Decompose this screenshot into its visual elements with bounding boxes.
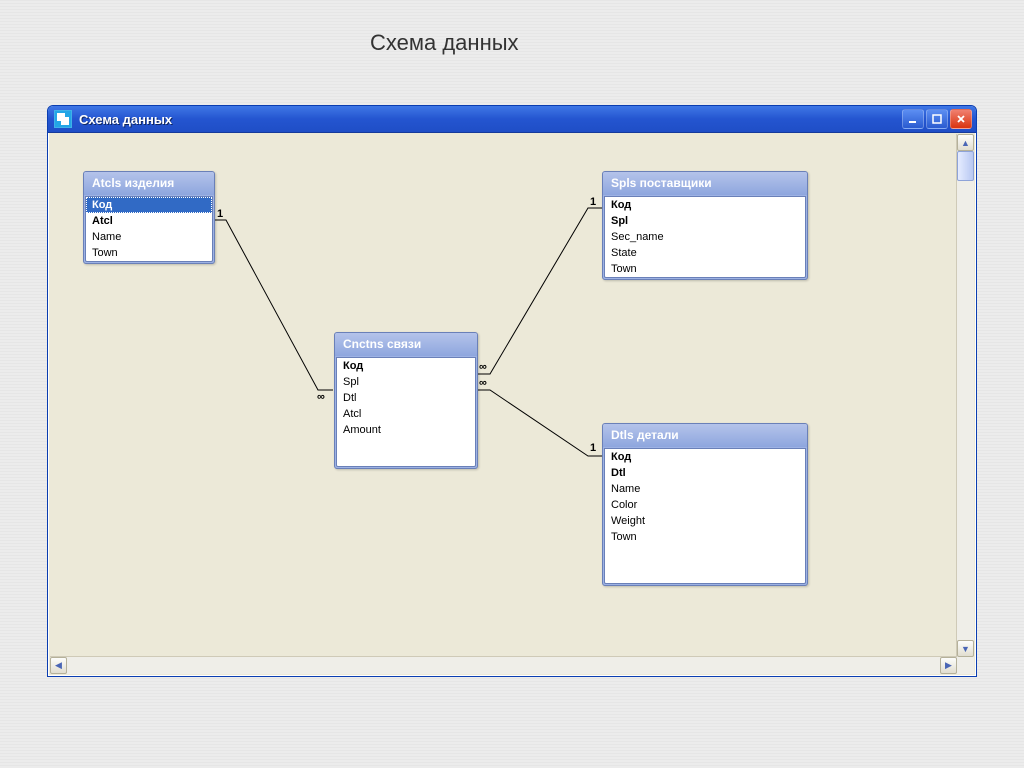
field-item[interactable]: Код [605, 197, 805, 213]
table-fields: Код Spl Sec_name State Town [604, 196, 806, 278]
maximize-button[interactable] [926, 109, 948, 129]
scroll-thumb[interactable] [957, 151, 974, 181]
scroll-corner [957, 657, 974, 674]
scroll-up-button[interactable]: ▲ [957, 134, 974, 151]
field-item[interactable]: Town [86, 245, 212, 261]
table-fields: Код Spl Dtl Atcl Amount [336, 357, 476, 467]
horizontal-scrollbar[interactable]: ◀ ▶ [50, 656, 957, 674]
field-item[interactable]: Atcl [86, 213, 212, 229]
minimize-button[interactable] [902, 109, 924, 129]
field-item[interactable]: Spl [337, 374, 475, 390]
relationships-icon [54, 110, 72, 128]
table-atcls[interactable]: Atcls изделия Код Atcl Name Town [83, 171, 215, 264]
field-item[interactable]: Town [605, 261, 805, 277]
canvas-wrapper: 1 ∞ 1 ∞ 1 ∞ Atcls изделия Код Atcl Name … [50, 134, 974, 674]
table-header[interactable]: Spls поставщики [603, 172, 807, 195]
field-item[interactable]: Dtl [337, 390, 475, 406]
cardinality-many: ∞ [479, 361, 487, 373]
field-item[interactable]: Sec_name [605, 229, 805, 245]
vertical-scrollbar[interactable]: ▲ ▼ [956, 134, 974, 657]
field-item[interactable]: State [605, 245, 805, 261]
field-item[interactable]: Spl [605, 213, 805, 229]
window-titlebar[interactable]: Схема данных [48, 106, 976, 133]
page-title: Схема данных [370, 30, 519, 56]
field-item[interactable]: Atcl [337, 406, 475, 422]
field-item[interactable]: Color [605, 497, 805, 513]
window-buttons [902, 109, 972, 129]
field-item[interactable]: Код [86, 197, 212, 213]
field-item[interactable]: Name [605, 481, 805, 497]
cardinality-one: 1 [590, 196, 596, 208]
cardinality-one: 1 [217, 208, 223, 220]
cardinality-many: ∞ [317, 391, 325, 403]
cardinality-many: ∞ [479, 377, 487, 389]
close-button[interactable] [950, 109, 972, 129]
table-header[interactable]: Atcls изделия [84, 172, 214, 195]
table-header[interactable]: Dtls детали [603, 424, 807, 447]
field-item[interactable]: Name [86, 229, 212, 245]
table-header[interactable]: Cnctns связи [335, 333, 477, 356]
scroll-left-button[interactable]: ◀ [50, 657, 67, 674]
field-item[interactable]: Dtl [605, 465, 805, 481]
table-cnctns[interactable]: Cnctns связи Код Spl Dtl Atcl Amount [334, 332, 478, 469]
table-fields: Код Atcl Name Town [85, 196, 213, 262]
field-item[interactable]: Town [605, 529, 805, 545]
window-title: Схема данных [77, 112, 902, 127]
relationships-canvas[interactable]: 1 ∞ 1 ∞ 1 ∞ Atcls изделия Код Atcl Name … [50, 134, 957, 657]
field-item[interactable]: Amount [337, 422, 475, 438]
table-spls[interactable]: Spls поставщики Код Spl Sec_name State T… [602, 171, 808, 280]
scroll-right-button[interactable]: ▶ [940, 657, 957, 674]
field-item[interactable]: Код [605, 449, 805, 465]
table-fields: Код Dtl Name Color Weight Town [604, 448, 806, 584]
scroll-down-button[interactable]: ▼ [957, 640, 974, 657]
field-item[interactable]: Weight [605, 513, 805, 529]
relationships-window: Схема данных 1 ∞ 1 ∞ 1 ∞ Atc [47, 105, 977, 677]
field-item[interactable]: Код [337, 358, 475, 374]
table-dtls[interactable]: Dtls детали Код Dtl Name Color Weight To… [602, 423, 808, 586]
cardinality-one: 1 [590, 442, 596, 454]
